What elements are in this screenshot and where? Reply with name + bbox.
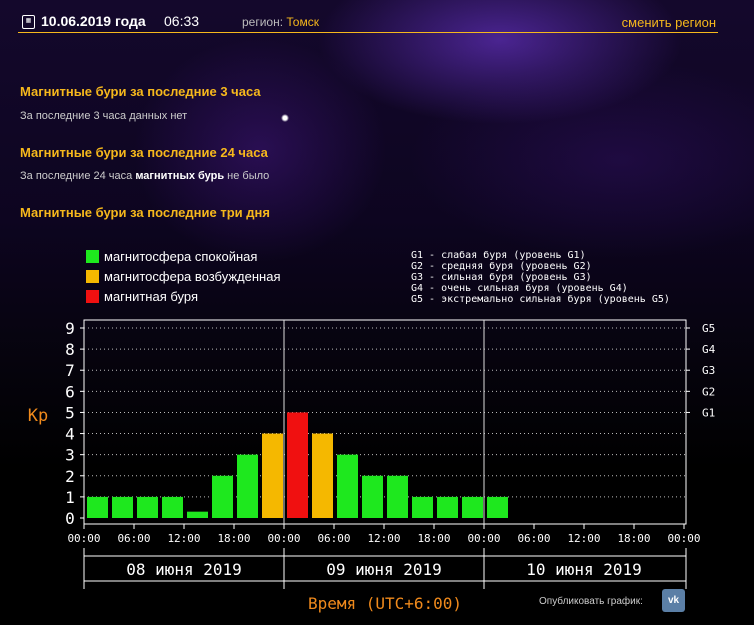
x-tick-label: 00:00 [67, 532, 100, 545]
x-tick-label: 12:00 [567, 532, 600, 545]
kp-bar [112, 496, 133, 518]
day-label: 09 июня 2019 [326, 560, 442, 579]
y-tick-label: 1 [65, 488, 75, 507]
y-tick-label: 6 [65, 382, 75, 401]
x-tick-label: 18:00 [617, 532, 650, 545]
y-tick-label: 4 [65, 425, 75, 444]
kp-bar [212, 475, 233, 518]
x-axis-title: Время (UTC+6:00) [308, 594, 462, 613]
x-tick-label: 00:00 [267, 532, 300, 545]
y-axis-title: Kp [28, 406, 48, 426]
kp-bar [137, 496, 158, 518]
kp-bar [487, 496, 508, 518]
x-tick-label: 00:00 [467, 532, 500, 545]
kp-bar [387, 475, 408, 518]
y-tick-label: 3 [65, 446, 75, 465]
x-tick-label: 06:00 [517, 532, 550, 545]
x-tick-label: 06:00 [117, 532, 150, 545]
vk-share-button[interactable]: vk [662, 589, 685, 612]
x-tick-label: 18:00 [217, 532, 250, 545]
kp-bar [87, 496, 108, 518]
kp-bar [312, 433, 333, 518]
g-tick-label: G5 [702, 322, 715, 335]
day-label: 10 июня 2019 [526, 560, 642, 579]
kp-bar [437, 496, 458, 518]
x-tick-label: 18:00 [417, 532, 450, 545]
kp-index-chart: 0 1 2 3 4 5 6 7 8 9 G1 G2 G3 G4 G5 Kp 00:00 06:00 12:00 18:… [28, 319, 716, 613]
y-tick-label: 2 [65, 467, 75, 486]
kp-bar [412, 496, 433, 518]
kp-bar [187, 511, 208, 518]
y-tick-label: 7 [65, 361, 75, 380]
kp-bar [162, 496, 183, 518]
day-label: 08 июня 2019 [126, 560, 242, 579]
x-tick-label: 06:00 [317, 532, 350, 545]
y-tick-label: 0 [65, 509, 75, 528]
share-label: Опубликовать график: [539, 596, 643, 607]
x-tick-label: 12:00 [367, 532, 400, 545]
g-tick-label: G4 [702, 343, 716, 356]
y-tick-label: 5 [65, 403, 75, 422]
kp-bar [262, 433, 283, 518]
g-tick-label: G2 [702, 385, 715, 398]
kp-bar [287, 412, 308, 518]
g-tick-label: G1 [702, 406, 715, 419]
plot-frame [83, 319, 687, 525]
kp-bar [462, 496, 483, 518]
kp-bar [362, 475, 383, 518]
g-tick-label: G3 [702, 364, 715, 377]
kp-bar [237, 454, 258, 518]
y-tick-label: 8 [65, 340, 75, 359]
y-tick-label: 9 [65, 319, 75, 338]
kp-bar [337, 454, 358, 518]
x-tick-label: 00:00 [667, 532, 700, 545]
x-tick-label: 12:00 [167, 532, 200, 545]
